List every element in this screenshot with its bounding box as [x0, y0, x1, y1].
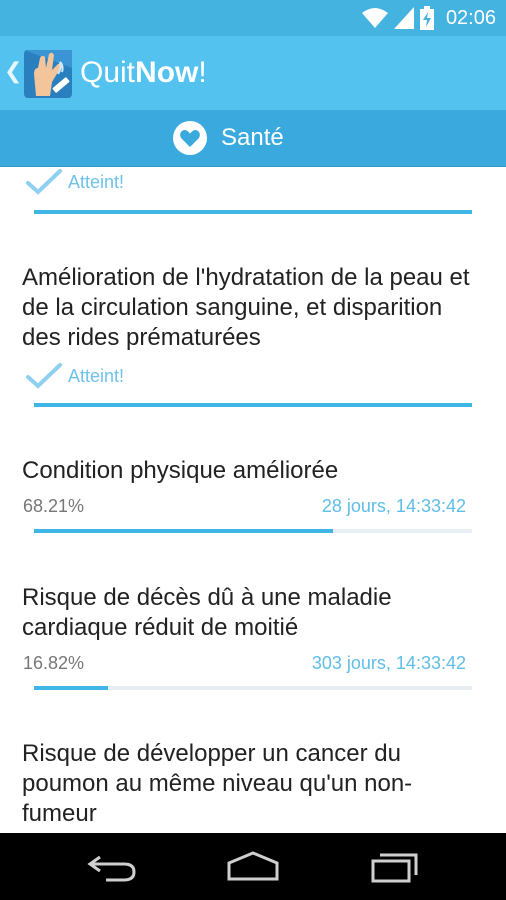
- time-remaining: 28 jours, 14:33:42: [321, 496, 466, 516]
- achieved-label: Atteint!: [68, 365, 125, 386]
- wifi-icon: [361, 8, 388, 28]
- item-title: Condition physique améliorée: [22, 457, 339, 484]
- action-bar: ❮ QuitNow!: [0, 36, 506, 110]
- progress-percent: 68.21%: [23, 496, 85, 516]
- achieved-status: Atteint!: [26, 363, 124, 389]
- status-bar: 02:06: [0, 0, 506, 36]
- achieved-label: Atteint!: [68, 171, 125, 192]
- progress-fill: [34, 403, 472, 407]
- health-list[interactable]: Atteint! Amélioration de l'hydratation d…: [0, 167, 506, 833]
- app-logo-icon[interactable]: [22, 48, 74, 100]
- back-chevron-icon[interactable]: ❮: [4, 58, 22, 84]
- progress-fill: [34, 529, 333, 533]
- back-icon[interactable]: [86, 849, 138, 885]
- progress-bar: [34, 529, 472, 533]
- tab-label: Santé: [221, 124, 284, 151]
- clock: 02:06: [445, 6, 496, 29]
- tab-sante[interactable]: Santé: [0, 110, 506, 167]
- progress-bar: [34, 403, 472, 407]
- checkmark-icon: [26, 363, 62, 389]
- battery-charging-icon: [419, 6, 434, 30]
- app-title: QuitNow!: [80, 56, 207, 89]
- checkmark-icon: [26, 169, 62, 195]
- progress-fill: [34, 686, 108, 690]
- time-remaining: 303 jours, 14:33:42: [311, 653, 466, 673]
- progress-fill: [34, 210, 472, 214]
- status-icons: 02:06: [361, 6, 496, 30]
- heart-icon: [173, 121, 207, 155]
- item-title: Amélioration de l'hydratation de la peau…: [22, 264, 470, 351]
- progress-bar: [34, 210, 472, 214]
- progress-percent: 16.82%: [23, 653, 85, 673]
- signal-icon: [393, 7, 414, 29]
- item-title: Risque de développer un cancer du poumon…: [22, 740, 413, 827]
- progress-bar: [34, 686, 472, 690]
- achieved-status: Atteint!: [26, 169, 124, 195]
- navigation-bar: [0, 833, 506, 900]
- home-icon[interactable]: [226, 849, 280, 885]
- recent-apps-icon[interactable]: [370, 849, 420, 885]
- item-title: Risque de décès dû à une maladie cardiaq…: [22, 584, 392, 641]
